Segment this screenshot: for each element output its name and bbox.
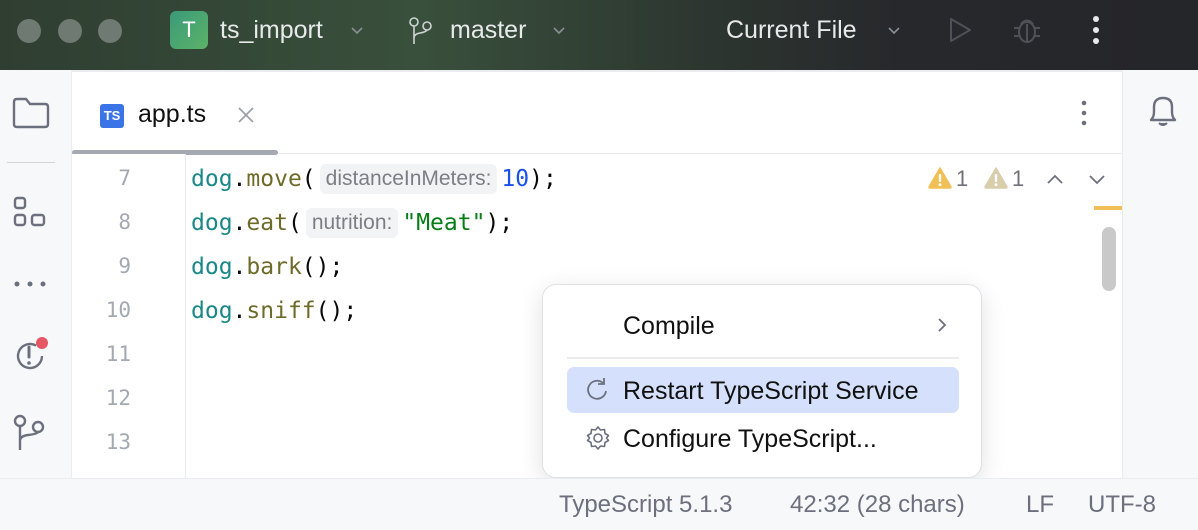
- tab-label: app.ts: [138, 100, 207, 128]
- inspection-widget[interactable]: 1 1: [928, 166, 1108, 192]
- chevron-down-icon[interactable]: [886, 22, 902, 38]
- chevron-down-icon[interactable]: [349, 22, 365, 38]
- code-identifier: dog: [191, 254, 233, 280]
- code-punct: .: [232, 254, 247, 280]
- tab-app-ts[interactable]: TS app.ts: [72, 72, 278, 155]
- caret-position[interactable]: 42:32 (28 chars): [790, 491, 965, 519]
- line-separator[interactable]: LF: [1026, 491, 1054, 519]
- line-number-gutter: 7 8 9 10 11 12 13: [72, 154, 186, 478]
- project-badge[interactable]: T: [170, 11, 208, 49]
- warning-stripe-marker[interactable]: [1094, 206, 1122, 210]
- chevron-right-icon: [933, 316, 951, 334]
- run-icon[interactable]: [944, 14, 976, 46]
- parameter-hint: distanceInMeters:: [319, 164, 498, 194]
- chevron-down-icon[interactable]: [551, 22, 567, 38]
- code-identifier: dog: [191, 166, 233, 192]
- typescript-popup-menu: Compile Restart TypeScript Service Confi…: [542, 284, 982, 478]
- title-bar: T ts_import master Current File: [0, 0, 1198, 70]
- vertical-scrollbar[interactable]: [1102, 227, 1116, 291]
- line-number: 8: [118, 210, 131, 234]
- structure-icon[interactable]: [12, 194, 50, 232]
- code-line[interactable]: dog.move(distanceInMeters: 10);: [191, 163, 557, 195]
- code-punct: (: [301, 166, 316, 192]
- weak-warning-count: 1: [1012, 166, 1025, 191]
- next-problem-icon[interactable]: [1086, 168, 1108, 190]
- more-vertical-icon[interactable]: [1072, 98, 1096, 128]
- menu-item-compile[interactable]: Compile: [567, 302, 959, 348]
- editor-tab-bar: TS app.ts: [72, 70, 1122, 155]
- weak-warning-icon: [984, 166, 1008, 190]
- debug-icon[interactable]: [1010, 14, 1044, 46]
- code-identifier: dog: [191, 298, 233, 324]
- left-tool-stripe: [0, 70, 72, 478]
- line-number: 12: [105, 386, 131, 410]
- close-window-button[interactable]: [17, 19, 41, 43]
- close-icon[interactable]: [235, 104, 257, 126]
- line-number: 10: [105, 298, 131, 322]
- warning-count: 1: [956, 166, 969, 191]
- code-punct: .: [232, 298, 247, 324]
- folder-icon[interactable]: [12, 94, 50, 132]
- code-punct: ();: [301, 254, 344, 280]
- code-line[interactable]: dog.eat(nutrition: "Meat");: [191, 207, 513, 239]
- code-punct: );: [485, 210, 514, 236]
- line-number: 11: [105, 342, 131, 366]
- typescript-version-widget[interactable]: TypeScript 5.1.3: [559, 491, 732, 519]
- line-number: 9: [118, 254, 131, 278]
- code-line[interactable]: dog.bark();: [191, 251, 343, 283]
- more-vertical-icon[interactable]: [1086, 14, 1106, 46]
- minimize-window-button[interactable]: [58, 19, 82, 43]
- stripe-separator: [7, 162, 55, 163]
- typescript-file-icon: TS: [100, 104, 124, 128]
- code-method: bark: [246, 254, 302, 280]
- status-bar: TypeScript 5.1.3 42:32 (28 chars) LF UTF…: [0, 478, 1198, 530]
- code-identifier: dog: [191, 210, 233, 236]
- refresh-icon: [585, 377, 611, 403]
- branch-name[interactable]: master: [450, 16, 526, 45]
- notifications-icon[interactable]: [1145, 92, 1181, 132]
- menu-item-label: Compile: [623, 312, 715, 340]
- menu-item-restart-typescript-service[interactable]: Restart TypeScript Service: [567, 367, 959, 413]
- code-string: "Meat": [402, 210, 486, 236]
- code-punct: (: [287, 210, 302, 236]
- maximize-window-button[interactable]: [98, 19, 122, 43]
- warning-icon: [928, 166, 952, 190]
- project-name[interactable]: ts_import: [220, 16, 323, 45]
- code-method: eat: [246, 210, 288, 236]
- code-method: move: [246, 166, 302, 192]
- code-punct: );: [529, 166, 557, 192]
- file-encoding[interactable]: UTF-8: [1088, 491, 1156, 519]
- code-punct: .: [232, 166, 247, 192]
- menu-item-label: Configure TypeScript...: [623, 425, 877, 453]
- parameter-hint: nutrition:: [305, 208, 399, 238]
- right-tool-stripe: [1122, 70, 1198, 478]
- run-config-name[interactable]: Current File: [726, 16, 857, 45]
- code-punct: .: [232, 210, 247, 236]
- code-method: sniff: [246, 298, 316, 324]
- code-line[interactable]: dog.sniff();: [191, 295, 357, 327]
- code-number: 10: [501, 166, 530, 192]
- menu-item-configure-typescript[interactable]: Configure TypeScript...: [567, 415, 959, 461]
- code-punct: ();: [315, 298, 358, 324]
- line-number: 7: [118, 166, 131, 190]
- gear-icon: [585, 425, 611, 451]
- menu-separator: [567, 357, 959, 359]
- line-number: 13: [105, 430, 131, 454]
- more-horizontal-icon[interactable]: [12, 276, 50, 292]
- problems-icon[interactable]: [12, 336, 50, 374]
- branch-icon[interactable]: [408, 16, 434, 46]
- previous-problem-icon[interactable]: [1044, 168, 1066, 190]
- git-icon[interactable]: [12, 414, 50, 452]
- menu-item-label: Restart TypeScript Service: [623, 377, 919, 405]
